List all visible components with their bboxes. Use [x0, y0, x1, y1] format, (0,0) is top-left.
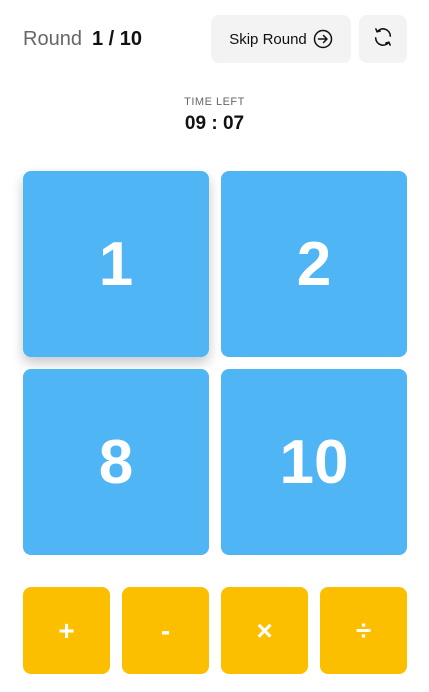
refresh-icon	[372, 26, 394, 53]
operator-symbol: -	[160, 614, 171, 646]
tile-value: 10	[279, 427, 349, 497]
multiply-operator-button[interactable]: ×	[221, 587, 308, 674]
number-tile-3[interactable]: 8	[23, 369, 209, 555]
restart-button[interactable]	[359, 15, 407, 63]
operator-symbol: ÷	[355, 614, 372, 646]
skip-round-label: Skip Round	[229, 30, 307, 48]
round-indicator: Round 1 / 10	[23, 27, 142, 51]
number-tile-2[interactable]: 2	[221, 171, 407, 357]
number-tile-1[interactable]: 1	[23, 171, 209, 357]
tile-value: 2	[296, 229, 332, 299]
arrow-right-circle-icon	[313, 29, 333, 49]
timer-label: TIME LEFT	[184, 96, 245, 108]
round-label: Round	[23, 28, 82, 50]
subtract-operator-button[interactable]: -	[122, 587, 209, 674]
skip-round-button[interactable]: Skip Round	[211, 15, 351, 63]
divide-operator-button[interactable]: ÷	[320, 587, 407, 674]
add-operator-button[interactable]: +	[23, 587, 110, 674]
timer-value: 09 : 07	[184, 113, 245, 134]
round-value: 1 / 10	[91, 28, 142, 50]
operator-symbol: +	[58, 614, 75, 646]
tile-value: 8	[98, 427, 134, 497]
number-tile-4[interactable]: 10	[221, 369, 407, 555]
timer: TIME LEFT 09 : 07	[0, 96, 429, 136]
operator-symbol: ×	[256, 614, 273, 646]
tile-value: 1	[98, 229, 134, 299]
